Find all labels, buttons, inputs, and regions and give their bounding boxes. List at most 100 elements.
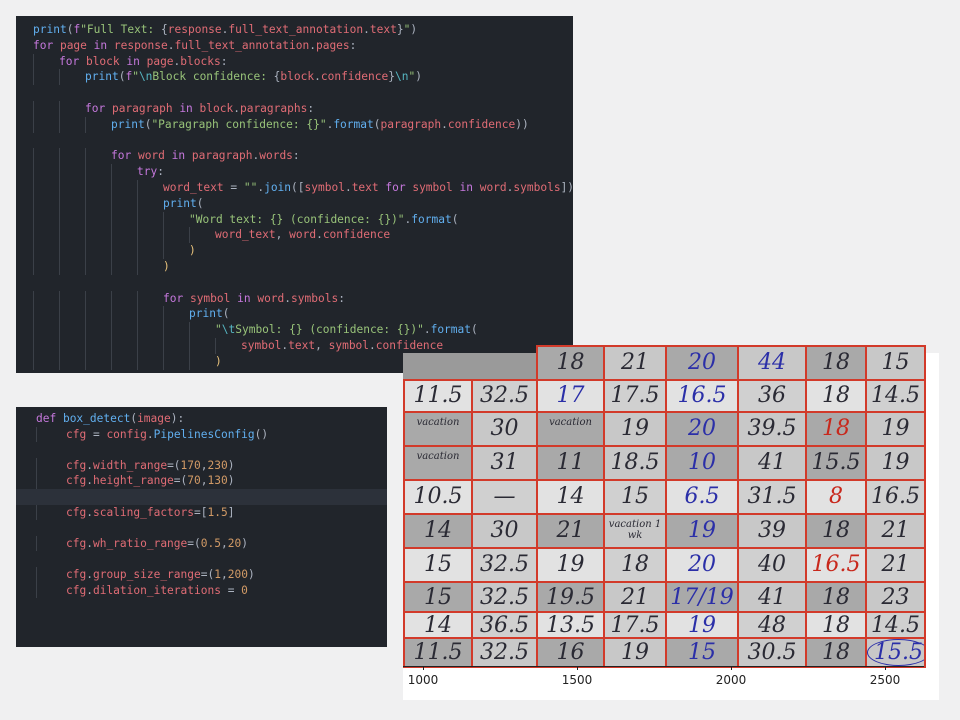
code-token: " (215, 323, 222, 337)
code-token: 0 (241, 583, 248, 597)
sheet-cell: 39 (737, 513, 807, 549)
code-line: "\tSymbol: {} (confidence: {})".format( (16, 322, 573, 338)
code-text: def box_detect(image): (36, 411, 184, 427)
code-token: "Paragraph confidence: {}" (151, 117, 327, 131)
code-token: ) (163, 260, 170, 273)
code-text: symbol.text, symbol.confidence (241, 338, 443, 354)
code-token: for (111, 149, 138, 163)
code-token: config (106, 427, 147, 441)
sheet-cell: 18 (805, 513, 867, 549)
indent-guide (33, 290, 34, 307)
cell-value: 18 (822, 518, 850, 543)
cell-value: 21 (881, 552, 910, 577)
code-token: try (137, 165, 158, 179)
code-token: 230 (207, 458, 228, 472)
indent-guide (137, 211, 138, 228)
code-token: full_text_annotation (174, 38, 310, 52)
indent-guide (36, 457, 37, 474)
indent-guide (59, 180, 60, 196)
cell-value: 15 (688, 640, 716, 665)
code-token: ]) (560, 181, 575, 194)
cell-value: 39 (758, 518, 786, 543)
sheet-cell: vacation (536, 411, 605, 447)
code-text: word_text = "".join([symbol.text for sym… (163, 180, 574, 196)
sheet-cell: 17 (536, 379, 605, 413)
cell-value: 14 (556, 484, 585, 509)
cell-value: 20 (688, 416, 716, 441)
code-token: : (220, 54, 228, 68)
cell-value: 18 (822, 350, 850, 375)
code-token: in (230, 291, 258, 305)
sheet-cell: 18 (805, 345, 867, 381)
code-token: print (85, 70, 119, 84)
code-token: "" (243, 181, 258, 194)
code-text: word_text, word.confidence (215, 227, 390, 243)
code-token: 1 (214, 568, 221, 581)
code-line: for block in page.blocks: (16, 53, 573, 70)
code-token: for (59, 54, 86, 68)
indent-guide (59, 322, 60, 338)
sheet-cell: 11.5 (403, 637, 473, 668)
code-text: print(f"\nBlock confidence: {block.confi… (85, 69, 422, 85)
code-token: ) (215, 354, 222, 368)
code-token: \t (221, 323, 236, 337)
code-line: cfg = config.PipelinesConfig() (16, 426, 387, 443)
code-token: format (430, 323, 471, 337)
sheet-cell: 19 (865, 445, 926, 481)
code-text: ) (189, 243, 196, 259)
indent-guide (163, 353, 164, 370)
indent-guide (59, 353, 60, 370)
cell-value: 8 (829, 484, 843, 509)
indent-guide (163, 211, 164, 228)
cell-value: 19 (556, 552, 585, 577)
code-line: def box_detect(image): (16, 411, 387, 427)
code-token: box_detect (62, 412, 131, 425)
code-line: word_text = "".join([symbol.text for sym… (16, 180, 574, 196)
code-token: word (137, 149, 165, 163)
code-line: print("Paragraph confidence: {}".format(… (16, 116, 573, 133)
sheet-cell: 16.5 (865, 479, 926, 515)
indent-guide (85, 353, 86, 370)
code-token: confidence (375, 339, 444, 352)
grid-detection-figure: 18 21 20 44 18 15 11.5 32.5 17 17.5 16.5 36 18 14.5 va… (403, 345, 939, 700)
code-text: print( (189, 306, 229, 322)
cell-value: 41 (758, 585, 786, 610)
code-token: 200 (227, 568, 248, 581)
indent-guide (163, 243, 164, 259)
indent-guide (111, 338, 112, 354)
indent-guide (36, 426, 37, 443)
sheet-cell: 32.5 (471, 581, 538, 615)
code-token: for (33, 38, 60, 52)
indent-guide (36, 582, 37, 599)
code-token: join (264, 181, 292, 194)
sheet-cell: 20 (665, 345, 739, 381)
code-editor-bottom: def box_detect(image): cfg = config.Pipel… (16, 407, 387, 647)
sheet-cell: 21 (865, 547, 926, 583)
code-token: format (333, 117, 374, 131)
code-token: 1.5 (207, 505, 228, 519)
code-line: print(f"\nBlock confidence: {block.confi… (16, 69, 573, 86)
code-text: ) (163, 259, 170, 275)
code-token: "Full Text: (80, 23, 162, 36)
indent-guide (33, 195, 34, 212)
code-token: ) (247, 568, 255, 581)
sheet-cell: 36 (737, 379, 807, 413)
cell-value: 18 (822, 585, 850, 610)
code-token: for (378, 181, 413, 194)
code-line: word_text, word.confidence (16, 227, 573, 244)
code-token: height_range (92, 474, 174, 488)
code-token: : (292, 149, 300, 163)
code-token: ) (189, 244, 196, 258)
indent-guide (59, 101, 60, 117)
code-token: =( (167, 458, 181, 472)
sheet-cell: 18.5 (603, 445, 667, 481)
code-line: ) (16, 243, 573, 259)
indent-guide (85, 195, 86, 212)
code-line: symbol.text, symbol.confidence (16, 338, 573, 354)
code-token: =( (173, 474, 188, 488)
indent-guide (137, 195, 138, 212)
code-token: . (86, 568, 93, 581)
code-token: ([ (291, 181, 305, 194)
sheet-cell: 6.5 (665, 479, 739, 515)
